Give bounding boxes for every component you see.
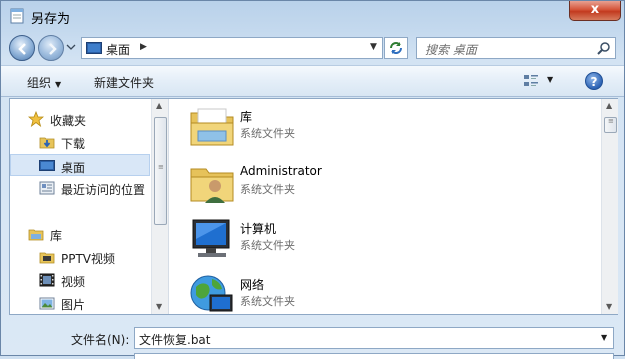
file-item-administrator[interactable]: Administrator 系统文件夹 — [188, 159, 488, 213]
close-button[interactable]: x — [569, 1, 621, 21]
desktop-icon — [39, 160, 55, 171]
file-type: 系统文件夹 — [240, 183, 295, 196]
window-title: 另存为 — [31, 12, 71, 27]
sidebar-item-label: 桌面 — [61, 161, 86, 175]
star-icon — [28, 111, 44, 127]
filename-dropdown-icon[interactable]: ▼ — [601, 333, 607, 342]
save-as-dialog: 另存为 x 桌面 ▶ ▼ 搜索 桌面 组织 ▼ 新建文件夹 ▼ ? 收藏夹 下载… — [0, 0, 625, 359]
toolbar: 组织 ▼ 新建文件夹 ▼ ? — [1, 65, 624, 97]
download-folder-icon — [39, 137, 55, 149]
organize-label: 组织 — [27, 76, 52, 90]
computer-icon — [192, 219, 230, 257]
desktop-icon — [86, 42, 102, 54]
sidebar-item-favorites[interactable]: 收藏夹 — [10, 108, 150, 130]
scroll-up-icon[interactable]: ▲ — [606, 101, 612, 110]
file-item-libraries[interactable]: 库 系统文件夹 — [188, 103, 488, 157]
file-name: 网络 — [240, 278, 265, 292]
navigation-pane-scrollbar[interactable]: ▲ ≡ ▼ — [151, 99, 168, 314]
sidebar-item-pptv-video[interactable]: PPTV视频 — [10, 246, 150, 268]
content-area: 收藏夹 下载 桌面 最近访问的位置 库 PPTV视频 视频 图片 ▲ ≡ ▼ 库… — [9, 98, 618, 315]
scroll-up-icon[interactable]: ▲ — [156, 101, 162, 110]
navigation-pane: 收藏夹 下载 桌面 最近访问的位置 库 PPTV视频 视频 图片 — [10, 99, 150, 314]
library-icon — [28, 229, 44, 241]
chevron-down-icon: ▼ — [55, 80, 62, 89]
video-folder-icon — [39, 252, 55, 264]
address-location[interactable]: 桌面 — [106, 41, 130, 58]
recent-locations-dropdown-icon[interactable] — [65, 41, 77, 53]
sidebar-item-desktop[interactable]: 桌面 — [10, 154, 150, 176]
help-button[interactable]: ? — [585, 72, 603, 90]
scrollbar-thumb[interactable]: ≡ — [604, 117, 617, 133]
file-item-network[interactable]: 网络 系统文件夹 — [188, 271, 488, 325]
video-icon — [39, 273, 55, 287]
sidebar-item-label: 库 — [50, 229, 63, 243]
organize-button[interactable]: 组织 ▼ — [27, 74, 61, 91]
forward-button[interactable] — [38, 35, 64, 61]
scroll-down-icon[interactable]: ▼ — [156, 302, 162, 311]
file-name: 计算机 — [240, 222, 277, 236]
notepad-icon — [10, 8, 24, 24]
file-list-scrollbar[interactable]: ▲ ≡ ▼ — [601, 99, 618, 314]
sidebar-item-label: 视频 — [61, 275, 86, 289]
back-arrow-icon — [18, 43, 26, 55]
filename-field[interactable]: 文件恢复.bat ▼ — [134, 327, 614, 349]
user-folder-icon — [190, 168, 234, 203]
back-button[interactable] — [9, 35, 35, 61]
recent-places-icon — [39, 181, 55, 195]
sidebar-item-libraries[interactable]: 库 — [10, 223, 150, 245]
sidebar-item-videos[interactable]: 视频 — [10, 269, 150, 291]
file-item-computer[interactable]: 计算机 系统文件夹 — [188, 215, 488, 269]
scrollbar-thumb[interactable]: ≡ — [154, 117, 167, 225]
file-type: 系统文件夹 — [240, 295, 295, 308]
pane-divider[interactable] — [168, 99, 169, 314]
file-name: Administrator — [240, 164, 322, 178]
sidebar-item-label: 图片 — [61, 298, 86, 312]
save-as-type-field[interactable] — [134, 353, 614, 359]
file-list: 库 系统文件夹 Administrator 系统文件夹 计算机 系统文件夹 网络… — [170, 99, 600, 314]
sidebar-item-label: PPTV视频 — [61, 252, 116, 266]
grip-icon: ≡ — [158, 163, 164, 171]
filename-input[interactable]: 文件恢复.bat — [139, 331, 211, 348]
picture-icon — [39, 297, 55, 310]
file-type: 系统文件夹 — [240, 127, 295, 140]
search-icon[interactable] — [597, 41, 611, 55]
filename-label: 文件名(N): — [71, 333, 130, 347]
sidebar-item-label: 下载 — [61, 137, 86, 151]
background-window-ghost — [301, 11, 561, 61]
grip-icon: ≡ — [608, 117, 614, 125]
network-icon — [190, 275, 233, 312]
forward-arrow-icon — [49, 43, 57, 55]
scroll-down-icon[interactable]: ▼ — [606, 302, 612, 311]
view-options-icon[interactable] — [523, 73, 539, 89]
sidebar-item-label: 最近访问的位置 — [61, 183, 146, 197]
new-folder-button[interactable]: 新建文件夹 — [94, 74, 154, 91]
sidebar-item-label: 收藏夹 — [50, 114, 87, 128]
sidebar-item-downloads[interactable]: 下载 — [10, 131, 150, 153]
library-folder-icon — [190, 108, 234, 146]
sidebar-item-pictures[interactable]: 图片 — [10, 292, 150, 314]
file-name: 库 — [240, 110, 253, 124]
sidebar-item-recent-places[interactable]: 最近访问的位置 — [10, 177, 150, 199]
file-type: 系统文件夹 — [240, 239, 295, 252]
view-dropdown-icon[interactable]: ▼ — [547, 75, 553, 84]
close-icon: x — [590, 2, 600, 17]
breadcrumb-arrow-icon[interactable]: ▶ — [140, 42, 147, 52]
